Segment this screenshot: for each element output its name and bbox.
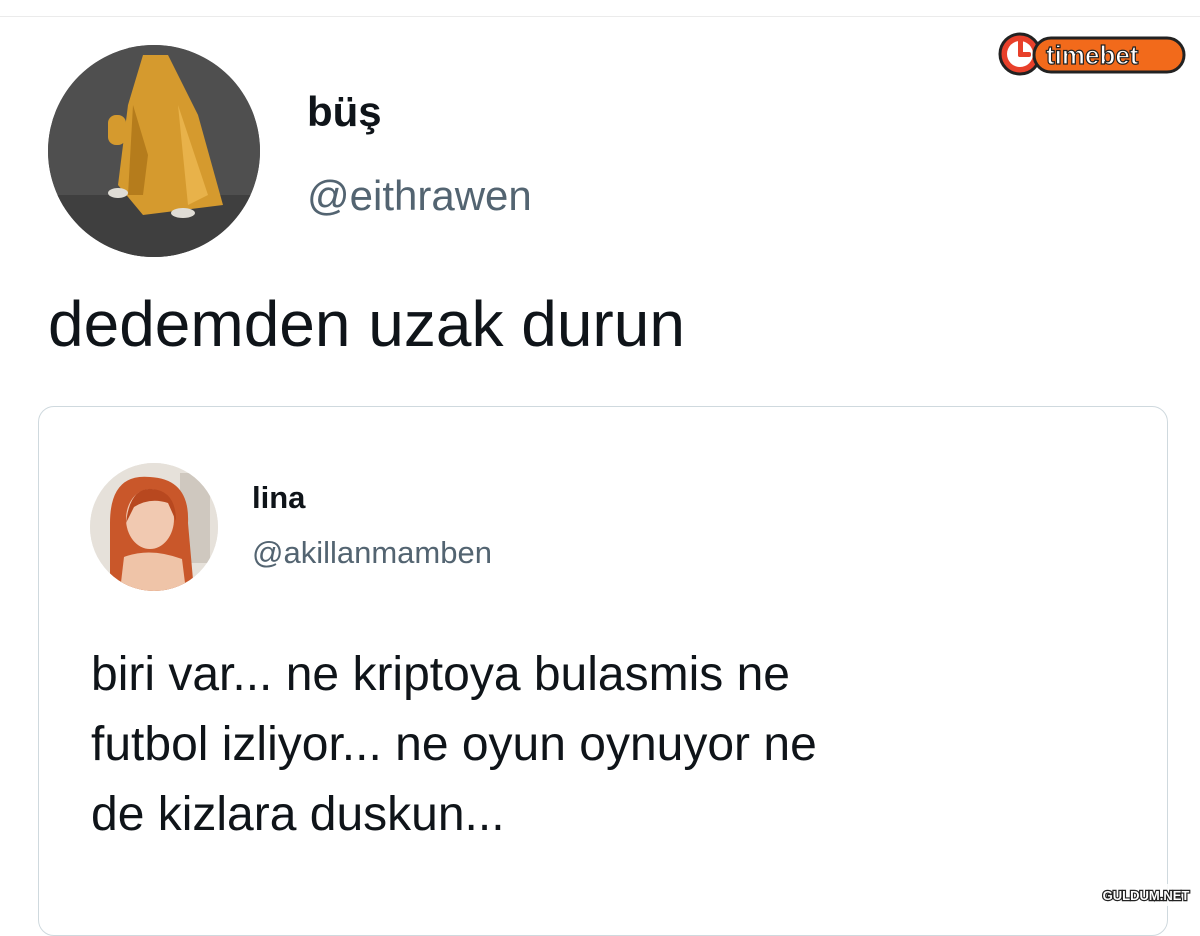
timebet-logo-text: timebet — [1046, 40, 1139, 70]
main-author-handle[interactable]: @eithrawen — [307, 170, 532, 222]
main-tweet-text: dedemden uzak durun — [48, 288, 685, 360]
quoted-author-name[interactable]: lina — [252, 478, 305, 518]
main-author-avatar[interactable] — [48, 45, 260, 257]
quoted-author-handle[interactable]: @akillanmamben — [252, 533, 492, 573]
quoted-tweet-line: futbol izliyor... ne oyun oynuyor ne — [91, 718, 817, 771]
quoted-tweet-line: de kizlara duskun... — [91, 788, 505, 841]
quoted-tweet-text: biri var... ne kriptoya bulasmis ne futb… — [91, 640, 1131, 850]
guldum-watermark-text: GULDUM.NET — [1103, 888, 1190, 903]
timebet-logo: timebet — [998, 32, 1186, 76]
quoted-author-avatar[interactable] — [90, 463, 218, 591]
main-author-name[interactable]: büş — [307, 86, 382, 138]
guldum-watermark: GULDUM.NET — [1098, 884, 1194, 906]
quoted-tweet-line: biri var... ne kriptoya bulasmis ne — [91, 648, 790, 701]
top-divider — [0, 16, 1200, 17]
